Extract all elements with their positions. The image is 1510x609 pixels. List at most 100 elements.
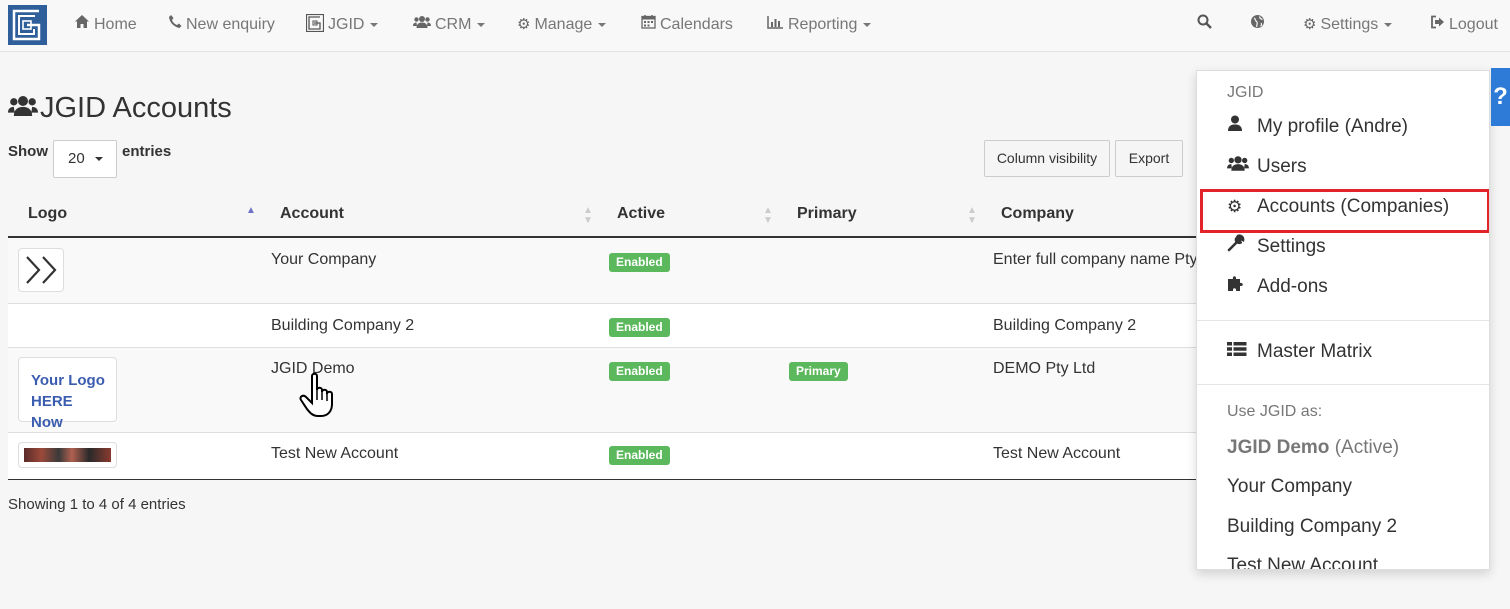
company-name: Enter full company name Pty <box>993 251 1198 268</box>
sort-icon: ▲ ▼ <box>763 205 773 226</box>
nav-home[interactable]: Home <box>74 0 137 52</box>
entries-label: entries <box>122 143 172 160</box>
menu-item-switch-account[interactable]: Test New Account <box>1227 550 1378 569</box>
nav-crm-menu[interactable]: CRM <box>413 0 486 52</box>
account-name: Your Company <box>271 251 377 268</box>
chevron-down-icon <box>598 22 607 27</box>
menu-divider <box>1197 320 1489 321</box>
gear-icon: ⚙ <box>517 16 531 33</box>
menu-item-settings[interactable]: Settings <box>1227 231 1326 263</box>
table-bottom-border <box>8 479 1196 480</box>
nav-manage-menu[interactable]: ⚙ Manage <box>517 0 607 52</box>
primary-badge: Primary <box>789 362 848 381</box>
dropdown-header-jgid: JGID <box>1227 84 1264 101</box>
menu-item-switch-account[interactable]: Your Company <box>1227 471 1352 503</box>
menu-item-active-account: JGID Demo (Active) <box>1227 432 1399 464</box>
status-badge: Enabled <box>609 318 670 337</box>
nav-jgid-menu[interactable]: JGID <box>305 0 379 52</box>
column-header-account[interactable]: Account <box>280 198 344 236</box>
users-icon <box>413 0 431 50</box>
status-badge: Enabled <box>609 362 670 381</box>
menu-item-label: Add-ons <box>1257 276 1328 297</box>
nav-new-enquiry-label: New enquiry <box>186 16 275 33</box>
page-title: JGID Accounts <box>8 92 232 132</box>
menu-item-users[interactable]: Users <box>1227 151 1307 183</box>
column-header-logo[interactable]: Logo <box>28 198 67 236</box>
globe-icon <box>1250 0 1265 50</box>
dropdown-header-use-as: Use JGID as: <box>1227 403 1323 420</box>
list-icon <box>1227 336 1257 368</box>
nav-settings-menu[interactable]: ⚙ Settings <box>1303 0 1393 52</box>
table-row[interactable]: Test New Account Enabled Test New Accoun… <box>8 433 1196 479</box>
search-button[interactable] <box>1197 0 1216 52</box>
column-visibility-button[interactable]: Column visibility <box>984 140 1110 177</box>
nav-calendars[interactable]: Calendars <box>641 0 733 52</box>
menu-item-add-ons[interactable]: Add-ons <box>1227 271 1328 303</box>
logout-icon <box>1430 0 1445 50</box>
puzzle-piece-icon <box>1227 271 1257 303</box>
top-navbar: Home New enquiry JGID CRM ⚙ Manage Calend… <box>0 0 1510 52</box>
nav-calendars-label: Calendars <box>660 16 733 33</box>
gear-icon: ⚙ <box>1303 16 1317 33</box>
table-row[interactable]: Building Company 2 Enabled Building Comp… <box>8 304 1196 347</box>
account-name: Test New Account <box>271 445 399 462</box>
menu-divider <box>1197 384 1489 385</box>
phone-icon <box>168 0 182 50</box>
column-header-company[interactable]: Company <box>1001 198 1074 236</box>
nav-settings-label: Settings <box>1320 16 1379 33</box>
status-badge: Enabled <box>609 253 670 272</box>
company-name: Test New Account <box>993 445 1121 462</box>
table-row[interactable]: Your Company Enabled Enter full company … <box>8 238 1198 303</box>
chevron-down-icon <box>370 22 379 27</box>
column-header-active[interactable]: Active <box>617 198 665 236</box>
users-icon <box>8 93 40 127</box>
settings-dropdown-menu: JGID My profile (Andre) Users ⚙ Accounts … <box>1196 70 1490 570</box>
app-logo[interactable] <box>8 5 47 45</box>
table-row[interactable]: Your Logo HERE Now JGID Demo Enabled Pri… <box>8 348 1196 432</box>
company-name: Building Company 2 <box>993 317 1137 334</box>
chevron-down-icon <box>1384 22 1393 27</box>
account-name: Building Company 2 <box>271 317 415 334</box>
menu-item-master-matrix[interactable]: Master Matrix <box>1227 336 1372 368</box>
menu-item-my-profile[interactable]: My profile (Andre) <box>1227 111 1408 143</box>
account-logo: Your Logo HERE Now <box>18 357 117 431</box>
nav-reporting-menu[interactable]: Reporting <box>767 0 872 52</box>
page-title-text: JGID Accounts <box>40 92 232 124</box>
sort-icon: ▲ ▼ <box>583 205 593 226</box>
wrench-icon <box>1227 231 1257 263</box>
sort-asc-icon: ▲ <box>246 205 256 216</box>
page-length-select[interactable]: 20 <box>53 140 117 178</box>
logout-button[interactable]: Logout <box>1430 0 1498 52</box>
column-header-primary[interactable]: Primary <box>797 198 857 236</box>
account-logo-text: Your Logo HERE Now <box>31 372 105 431</box>
show-label: Show <box>8 143 48 160</box>
nav-manage-label: Manage <box>534 16 593 33</box>
page-length-value: 20 <box>68 150 85 167</box>
jgid-logo-icon <box>305 0 325 50</box>
menu-item-label: Master Matrix <box>1257 341 1373 362</box>
account-logo <box>18 442 117 468</box>
nav-jgid-label: JGID <box>328 16 365 33</box>
account-logo <box>18 248 64 292</box>
menu-item-switch-account[interactable]: Building Company 2 <box>1227 511 1397 543</box>
hand-pointer-cursor-icon <box>292 370 342 418</box>
chevron-down-icon <box>863 22 872 27</box>
calendar-icon <box>641 0 656 50</box>
sort-icon: ▲ ▼ <box>967 205 977 226</box>
table-info: Showing 1 to 4 of 4 entries <box>8 496 186 513</box>
export-button[interactable]: Export <box>1115 140 1183 177</box>
chevron-down-icon <box>477 22 486 27</box>
nav-logout-label: Logout <box>1449 16 1498 33</box>
chevron-down-icon <box>94 157 103 162</box>
menu-item-label: My profile (Andre) <box>1257 116 1408 137</box>
menu-item-label: Users <box>1257 156 1307 177</box>
search-icon <box>1197 0 1212 50</box>
globe-button[interactable] <box>1250 0 1269 52</box>
bar-chart-icon <box>767 0 784 50</box>
help-tab[interactable]: ? <box>1491 68 1510 126</box>
nav-home-label: Home <box>94 16 137 33</box>
nav-reporting-label: Reporting <box>788 16 858 33</box>
highlight-box <box>1200 189 1489 233</box>
company-name: DEMO Pty Ltd <box>993 360 1096 377</box>
nav-new-enquiry[interactable]: New enquiry <box>168 0 275 52</box>
